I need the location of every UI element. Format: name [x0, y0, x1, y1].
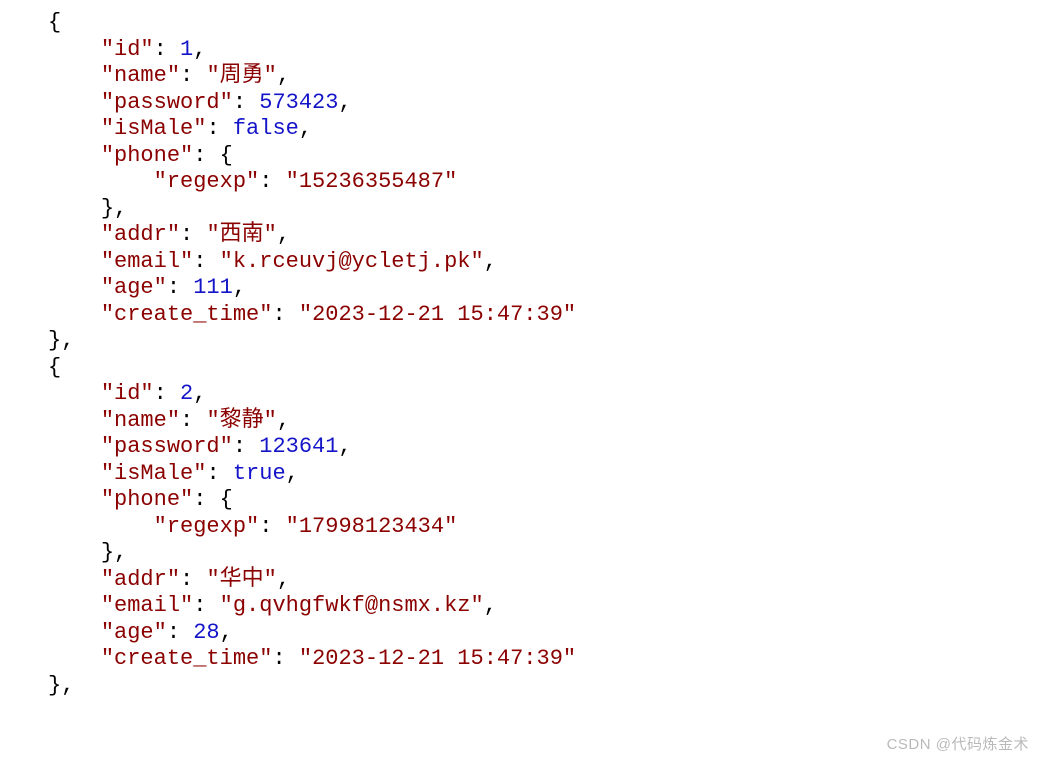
value-ismale: false: [233, 116, 299, 141]
value-addr: 西南: [220, 222, 264, 247]
value-addr: 华中: [220, 567, 264, 592]
value-password: 123641: [259, 434, 338, 459]
value-name: 黎静: [220, 408, 264, 433]
value-name: 周勇: [220, 63, 264, 88]
value-age: 28: [193, 620, 219, 645]
value-age: 111: [193, 275, 233, 300]
json-document: { "id": 1, "name": "周勇", "password": 573…: [0, 0, 1043, 699]
value-email: g.qvhgfwkf@nsmx.kz: [233, 593, 471, 618]
value-id: 1: [180, 37, 193, 62]
value-password: 573423: [259, 90, 338, 115]
value-create-time: 2023-12-21 15:47:39: [312, 302, 563, 327]
value-create-time: 2023-12-21 15:47:39: [312, 646, 563, 671]
watermark-text: CSDN @代码炼金术: [887, 733, 1029, 754]
value-email: k.rceuvj@ycletj.pk: [233, 249, 471, 274]
value-ismale: true: [233, 461, 286, 486]
value-phone-regexp: 15236355487: [299, 169, 444, 194]
value-id: 2: [180, 381, 193, 406]
value-phone-regexp: 17998123434: [299, 514, 444, 539]
